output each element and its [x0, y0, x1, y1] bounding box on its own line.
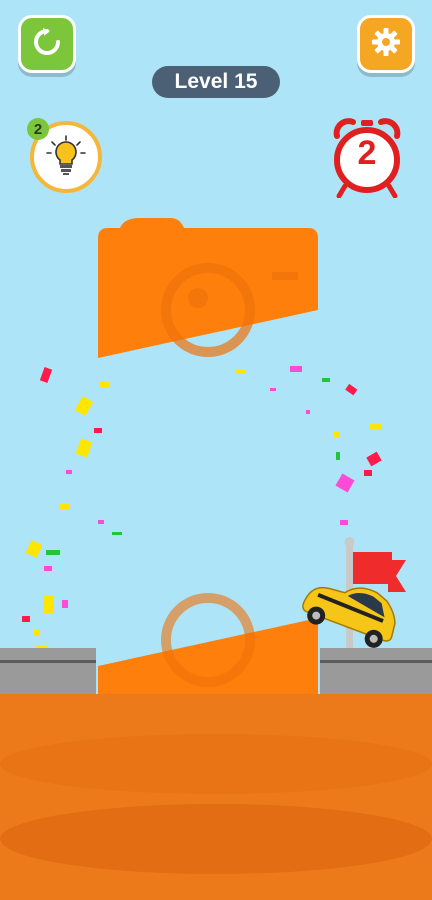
level-label: Level 15 [152, 66, 280, 98]
road-line [320, 660, 432, 663]
camera-shape-top[interactable] [98, 218, 318, 358]
road-left [0, 648, 96, 696]
dirt-band [0, 734, 432, 794]
lightbulb-icon [44, 133, 88, 182]
restart-icon [31, 26, 63, 63]
gear-icon [370, 26, 402, 63]
hint-count-badge: 2 [27, 118, 49, 140]
settings-button[interactable] [357, 15, 415, 73]
restart-button[interactable] [18, 15, 76, 73]
road-line [0, 660, 96, 663]
timer-count: 2 [357, 134, 377, 172]
timer: 2 [329, 116, 405, 199]
dirt-ground [0, 694, 432, 900]
dirt-band [0, 804, 432, 874]
road-right [320, 648, 432, 696]
